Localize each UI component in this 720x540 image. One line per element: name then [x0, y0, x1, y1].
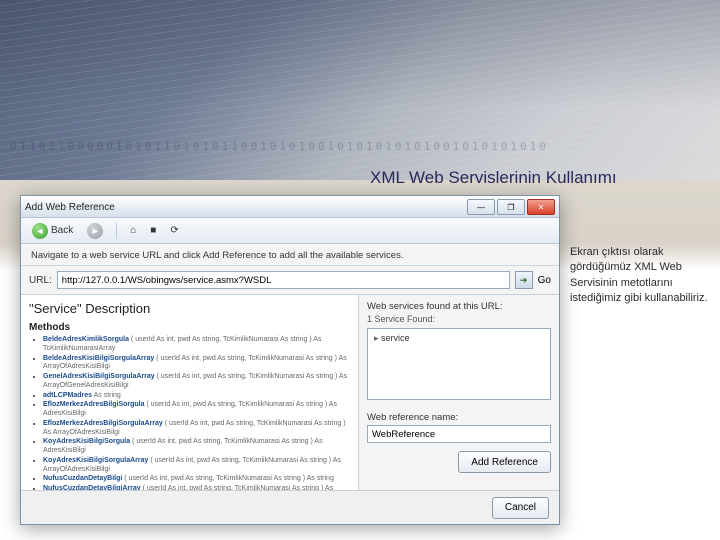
- method-item[interactable]: adtLCPMadres As string: [43, 392, 350, 401]
- forward-icon: ►: [87, 223, 103, 239]
- background-image: [0, 0, 720, 180]
- bottom-bar: Cancel: [21, 490, 559, 524]
- found-count: 1 Service Found:: [359, 314, 559, 328]
- method-item[interactable]: GenelAdresKisiBilgiSorgulaArray ( userId…: [43, 373, 350, 391]
- url-label: URL:: [29, 275, 52, 286]
- reference-name-label: Web reference name:: [359, 408, 559, 425]
- stop-button[interactable]: ■: [145, 223, 161, 238]
- go-icon: ➔: [520, 275, 528, 286]
- close-button[interactable]: ✕: [527, 199, 555, 215]
- method-item[interactable]: KoyAdresKisiBilgiSorgulaArray ( userId A…: [43, 457, 350, 475]
- add-reference-button[interactable]: Add Reference: [458, 451, 551, 473]
- cancel-button[interactable]: Cancel: [492, 497, 549, 519]
- service-description-pane: "Service" Description Methods BeldeAdres…: [21, 295, 359, 490]
- method-item[interactable]: NufusCuzdanDetayBilgi ( userId As int, p…: [43, 475, 350, 484]
- method-item[interactable]: KoyAdresKisiBilgiSorgula ( userId As int…: [43, 438, 350, 456]
- reference-name-input[interactable]: [367, 425, 551, 443]
- go-button[interactable]: ➔: [515, 271, 533, 289]
- stop-icon: ■: [150, 225, 156, 236]
- back-icon: ◄: [32, 223, 48, 239]
- methods-list: BeldeAdresKimlikSorgula ( userId As int,…: [29, 336, 350, 490]
- method-item[interactable]: BeldeAdresKimlikSorgula ( userId As int,…: [43, 336, 350, 354]
- refresh-icon: ⟳: [170, 225, 178, 236]
- background-digits: 0110110000010101101010110010101001010101…: [10, 140, 710, 153]
- home-button[interactable]: ⌂: [125, 223, 141, 238]
- titlebar[interactable]: Add Web Reference — ❐ ✕: [21, 196, 559, 218]
- description-title: "Service" Description: [29, 301, 350, 316]
- go-label: Go: [538, 275, 551, 286]
- home-icon: ⌂: [130, 225, 136, 236]
- url-input[interactable]: [57, 271, 510, 289]
- add-web-reference-dialog: Add Web Reference — ❐ ✕ ◄ Back ► ⌂ ■ ⟳ N…: [20, 195, 560, 525]
- back-label: Back: [51, 225, 73, 236]
- window-controls: — ❐ ✕: [467, 199, 555, 215]
- slide-title: XML Web Servislerinin Kullanımı: [370, 168, 617, 188]
- back-button[interactable]: ◄ Back: [27, 221, 78, 241]
- minimize-button[interactable]: —: [467, 199, 495, 215]
- forward-button[interactable]: ►: [82, 221, 108, 241]
- method-item[interactable]: BeldeAdresKisiBilgiSorgulaArray ( userId…: [43, 355, 350, 373]
- maximize-button[interactable]: ❐: [497, 199, 525, 215]
- refresh-button[interactable]: ⟳: [165, 223, 183, 238]
- method-item[interactable]: EflozMerkezAdresBilgiSorgula ( userId As…: [43, 401, 350, 419]
- services-tree[interactable]: service: [367, 328, 551, 400]
- url-row: URL: ➔ Go: [21, 266, 559, 295]
- found-label: Web services found at this URL:: [359, 295, 559, 314]
- right-pane: Web services found at this URL: 1 Servic…: [359, 295, 559, 490]
- instruction-text: Navigate to a web service URL and click …: [21, 244, 559, 266]
- method-item[interactable]: EflozMerkezAdresBilgiSorgulaArray ( user…: [43, 420, 350, 438]
- dialog-title: Add Web Reference: [25, 202, 115, 213]
- slide-body-text: Ekran çıktısı olarak gördüğümüz XML Web …: [570, 245, 710, 307]
- dialog-body: "Service" Description Methods BeldeAdres…: [21, 295, 559, 490]
- service-tree-item[interactable]: service: [374, 333, 544, 344]
- methods-heading: Methods: [29, 322, 350, 333]
- nav-toolbar: ◄ Back ► ⌂ ■ ⟳: [21, 218, 559, 244]
- separator: [116, 223, 117, 239]
